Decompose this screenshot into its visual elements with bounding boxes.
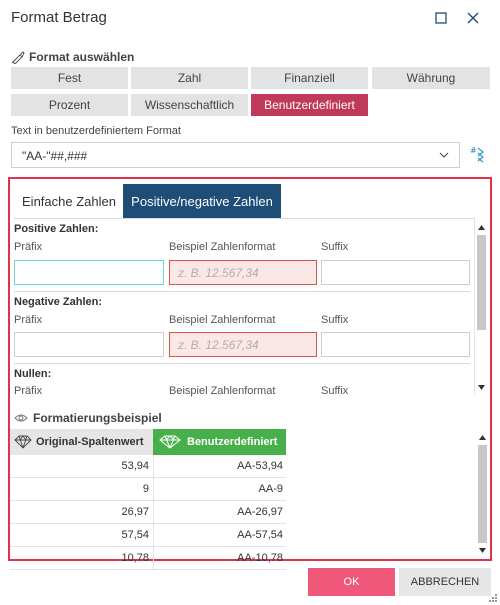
negative-suffix-label: Suffix bbox=[321, 314, 349, 326]
original-value-cell: 26,97 bbox=[121, 506, 149, 518]
tab-einfache-zahlen[interactable]: Einfache Zahlen bbox=[14, 184, 124, 218]
example-scroll-down-button[interactable] bbox=[477, 544, 488, 556]
table-row: 57,54 AA-57,54 bbox=[10, 524, 286, 547]
group-divider bbox=[14, 363, 470, 364]
format-finanziell-button[interactable]: Finanziell bbox=[251, 67, 368, 89]
format-zahl-button[interactable]: Zahl bbox=[131, 67, 248, 89]
custom-value-cell: AA-26,97 bbox=[237, 506, 283, 518]
format-waehrung-button[interactable]: Währung bbox=[372, 67, 490, 89]
positive-prefix-label: Präfix bbox=[14, 241, 43, 253]
scroll-down-button[interactable] bbox=[476, 381, 487, 393]
custom-format-select[interactable]: "AA-"##,### bbox=[11, 142, 460, 168]
format-wizard-icon: # bbox=[470, 146, 484, 163]
negative-suffix-input[interactable] bbox=[321, 332, 470, 357]
zero-suffix-label: Suffix bbox=[321, 385, 349, 397]
example-label-text: Formatierungsbeispiel bbox=[33, 411, 162, 425]
col-header-custom: Benutzerdefiniert bbox=[153, 429, 286, 455]
triangle-up-icon bbox=[479, 434, 486, 440]
positive-example-label: Beispiel Zahlenformat bbox=[169, 241, 276, 253]
format-select-label: Format auswählen bbox=[11, 50, 134, 64]
table-row: 26,97 AA-26,97 bbox=[10, 501, 286, 524]
custom-format-value: "AA-"##,### bbox=[22, 149, 88, 163]
cancel-button[interactable]: ABBRECHEN bbox=[399, 568, 491, 596]
col-header-original: Original-Spaltenwert bbox=[10, 429, 153, 455]
format-benutzerdefiniert-button[interactable]: Benutzerdefiniert bbox=[251, 94, 368, 116]
original-value-cell: 57,54 bbox=[121, 529, 149, 541]
format-select-label-text: Format auswählen bbox=[29, 50, 135, 64]
diamond-icon bbox=[159, 435, 181, 449]
format-panel: Einfache Zahlen Positive/negative Zahlen… bbox=[8, 177, 492, 570]
zero-prefix-label: Präfix bbox=[14, 385, 43, 397]
negative-prefix-label: Präfix bbox=[14, 314, 43, 326]
triangle-down-icon bbox=[479, 547, 486, 553]
custom-value-cell: AA-57,54 bbox=[237, 529, 283, 541]
chevron-down-icon bbox=[439, 152, 449, 158]
scroll-thumb[interactable] bbox=[477, 235, 486, 330]
example-scroll-thumb[interactable] bbox=[478, 445, 487, 543]
tab-positive-negative-zahlen[interactable]: Positive/negative Zahlen bbox=[123, 184, 281, 218]
example-label: Formatierungsbeispiel bbox=[14, 411, 162, 425]
positive-group-title: Positive Zahlen: bbox=[14, 223, 99, 235]
table-row: 9 AA-9 bbox=[10, 478, 286, 501]
eye-icon bbox=[14, 414, 28, 422]
maximize-button[interactable] bbox=[431, 8, 451, 28]
square-icon bbox=[435, 12, 447, 24]
example-scrollbar[interactable] bbox=[476, 429, 489, 557]
custom-format-label: Text in benutzerdefiniertem Format bbox=[11, 125, 181, 137]
table-row: 53,94 AA-53,94 bbox=[10, 455, 286, 478]
zero-example-label: Beispiel Zahlenformat bbox=[169, 385, 276, 397]
original-value-cell: 53,94 bbox=[121, 460, 149, 472]
custom-value-cell: AA-10,78 bbox=[237, 552, 283, 564]
scroll-up-button[interactable] bbox=[476, 221, 487, 233]
triangle-down-icon bbox=[478, 384, 485, 390]
col-header-original-label: Original-Spaltenwert bbox=[36, 436, 144, 448]
negative-group-title: Negative Zahlen: bbox=[14, 296, 103, 308]
ruler-pencil-icon bbox=[11, 51, 25, 64]
format-wizard-button[interactable]: # bbox=[468, 144, 490, 166]
format-dialog: Format Betrag Format auswählen Fest Zahl… bbox=[0, 0, 500, 605]
original-value-cell: 9 bbox=[142, 483, 149, 495]
format-wissenschaftlich-button[interactable]: Wissenschaftlich bbox=[131, 94, 248, 116]
triangle-up-icon bbox=[478, 224, 485, 230]
negative-example-placeholder: z. B. 12.567,34 bbox=[178, 338, 259, 352]
example-rows: 53,94 AA-53,94 9 AA-9 26,97 AA-26,97 57,… bbox=[10, 455, 286, 570]
title-bar: Format Betrag bbox=[0, 0, 500, 36]
gem-outline-icon bbox=[14, 435, 32, 449]
negative-example-label: Beispiel Zahlenformat bbox=[169, 314, 276, 326]
custom-value-cell: AA-9 bbox=[258, 483, 283, 495]
col-header-custom-label: Benutzerdefiniert bbox=[187, 436, 278, 448]
ok-button[interactable]: OK bbox=[308, 568, 395, 596]
positive-prefix-input[interactable] bbox=[14, 260, 164, 285]
format-prozent-button[interactable]: Prozent bbox=[11, 94, 128, 116]
svg-text:#: # bbox=[470, 146, 477, 155]
positive-suffix-input[interactable] bbox=[321, 260, 470, 285]
number-groups-scroll-area: Positive Zahlen: Präfix Beispiel Zahlenf… bbox=[10, 219, 472, 397]
groups-scrollbar[interactable] bbox=[474, 219, 487, 395]
resize-grip-icon[interactable] bbox=[488, 593, 498, 603]
positive-example-placeholder: z. B. 12.567,34 bbox=[178, 266, 259, 280]
negative-prefix-input[interactable] bbox=[14, 332, 164, 357]
negative-example-input[interactable]: z. B. 12.567,34 bbox=[169, 332, 317, 357]
positive-example-input[interactable]: z. B. 12.567,34 bbox=[169, 260, 317, 285]
table-row: 10,78 AA-10,78 bbox=[10, 547, 286, 570]
zero-group-title: Nullen: bbox=[14, 368, 52, 380]
format-fest-button[interactable]: Fest bbox=[11, 67, 128, 89]
group-divider bbox=[14, 291, 470, 292]
close-button[interactable] bbox=[463, 8, 483, 28]
close-icon bbox=[467, 12, 479, 24]
custom-value-cell: AA-53,94 bbox=[237, 460, 283, 472]
original-value-cell: 10,78 bbox=[121, 552, 149, 564]
example-scroll-up-button[interactable] bbox=[477, 431, 488, 443]
dialog-title: Format Betrag bbox=[11, 9, 107, 26]
positive-suffix-label: Suffix bbox=[321, 241, 349, 253]
